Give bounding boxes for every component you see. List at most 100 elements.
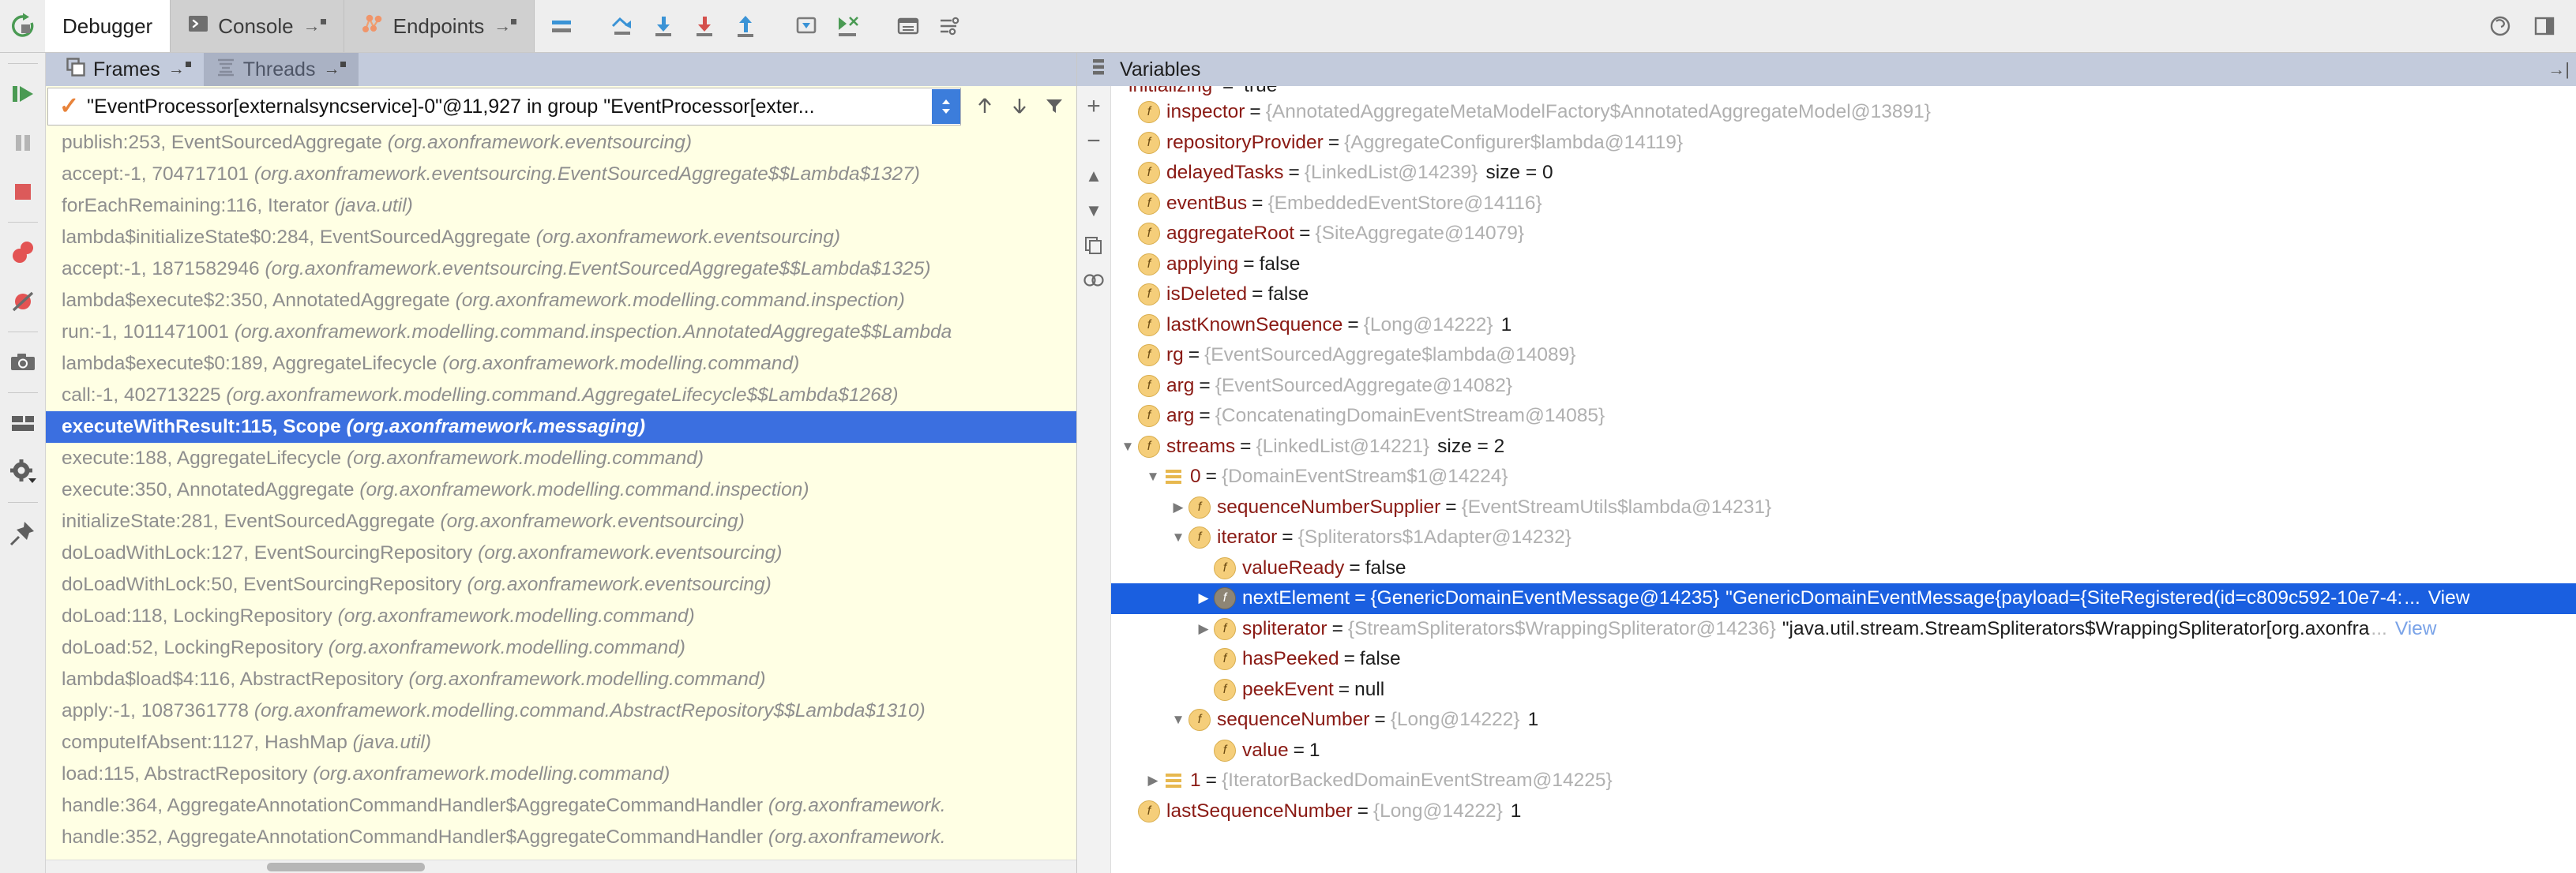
tab-console[interactable]: Console → <box>171 0 344 52</box>
tab-threads[interactable]: Threads → <box>203 53 359 86</box>
chevron-right-icon[interactable]: ▶ <box>1168 493 1188 523</box>
variable-row[interactable]: ▶frepositoryProvider={AggregateConfigure… <box>1111 128 2576 159</box>
frame-row[interactable]: forEachRemaining:116, Iterator (java.uti… <box>46 190 1076 222</box>
chevron-down-icon[interactable]: ▼ <box>1143 462 1163 493</box>
copy-button[interactable] <box>1079 230 1109 261</box>
force-step-into-button[interactable] <box>685 7 723 45</box>
tab-frames[interactable]: Frames → <box>54 53 204 86</box>
frame-row[interactable]: call:-1, 402713225 (org.axonframework.mo… <box>46 380 1076 411</box>
move-down-button[interactable]: ▼ <box>1079 195 1109 227</box>
expand-panel-icon[interactable]: →| <box>2548 59 2570 80</box>
variable-row[interactable]: ▶farg={ConcatenatingDomainEventStream@14… <box>1111 401 2576 432</box>
variable-row[interactable]: ▶ 1 = {IteratorBackedDomainEventStream@1422… <box>1111 766 2576 796</box>
frame-down-button[interactable] <box>1002 88 1037 123</box>
stop-button[interactable] <box>2 171 43 212</box>
settings-layout-button[interactable] <box>930 7 968 45</box>
frame-row[interactable]: computeIfAbsent:1127, HashMap (java.util… <box>46 727 1076 759</box>
chevron-right-icon[interactable]: ▶ <box>1193 583 1214 614</box>
tab-threads-pin-icon[interactable]: → <box>323 60 347 79</box>
variable-row[interactable]: ▶finspector={AnnotatedAggregateMetaModel… <box>1111 97 2576 128</box>
scrollbar-thumb[interactable] <box>267 863 425 871</box>
variable-row[interactable]: ▶frg={EventSourcedAggregate$lambda@14089… <box>1111 340 2576 371</box>
chevron-down-icon[interactable]: ▼ <box>1168 705 1188 736</box>
show-execution-point-button[interactable] <box>543 7 580 45</box>
variable-row[interactable]: ▶fisDeleted=false <box>1111 279 2576 310</box>
variable-row[interactable]: ▼ f streams = {LinkedList@14221} size = 2 <box>1111 432 2576 463</box>
tab-debugger[interactable]: Debugger <box>45 0 171 52</box>
restore-layout-button[interactable] <box>2 403 43 444</box>
frames-list[interactable]: publish:253, EventSourcedAggregate (org.… <box>46 126 1076 860</box>
frame-row-selected[interactable]: executeWithResult:115, Scope (org.axonfr… <box>46 411 1076 443</box>
variable-row[interactable]: ▶fpeekEvent=null <box>1111 675 2576 706</box>
step-into-button[interactable] <box>644 7 682 45</box>
tab-endpoints[interactable]: Endpoints → <box>344 0 535 52</box>
tab-console-pin-icon[interactable]: → <box>303 17 326 35</box>
frame-row[interactable]: lambda$initializeState$0:284, EventSourc… <box>46 222 1076 253</box>
variable-row[interactable]: ▶feventBus={EmbeddedEventStore@14116} <box>1111 189 2576 219</box>
frame-row[interactable]: accept:-1, 1871582946 (org.axonframework… <box>46 253 1076 285</box>
frame-filter-button[interactable] <box>1037 88 1072 123</box>
frame-row[interactable]: run:-1, 1011471001 (org.axonframework.mo… <box>46 317 1076 348</box>
chevron-updown-icon[interactable] <box>932 89 960 124</box>
variable-row[interactable]: ▶ f sequenceNumberSupplier = {EventStreamUti… <box>1111 493 2576 523</box>
variable-row[interactable]: ▶farg={EventSourcedAggregate@14082} <box>1111 371 2576 402</box>
frame-row[interactable]: publish:253, EventSourcedAggregate (org.… <box>46 127 1076 159</box>
camera-button[interactable] <box>2 342 43 383</box>
layout-button[interactable] <box>2525 7 2563 45</box>
tab-frames-pin-icon[interactable]: → <box>168 60 191 79</box>
remove-watch-button[interactable]: − <box>1079 126 1109 157</box>
frame-row[interactable]: doLoadWithLock:127, EventSourcingReposit… <box>46 538 1076 569</box>
pause-program-button[interactable] <box>2 122 43 163</box>
view-link[interactable]: View <box>2420 583 2470 614</box>
frame-row[interactable]: execute:188, AggregateLifecycle (org.axo… <box>46 443 1076 474</box>
drop-frame-button[interactable] <box>787 7 825 45</box>
frame-row[interactable]: lambda$execute$0:189, AggregateLifecycle… <box>46 348 1076 380</box>
chevron-right-icon[interactable]: ▶ <box>1193 614 1214 645</box>
inspect-button[interactable] <box>1079 264 1109 296</box>
view-breakpoints-button[interactable] <box>2 232 43 273</box>
frame-row[interactable]: doLoad:52, LockingRepository (org.axonfr… <box>46 632 1076 664</box>
evaluate-expression-button[interactable] <box>889 7 927 45</box>
pin-button[interactable] <box>2 512 43 553</box>
run-to-cursor-button[interactable] <box>828 7 866 45</box>
frames-horizontal-scrollbar[interactable] <box>46 860 1076 873</box>
variable-row[interactable]: ▼ f iterator = {Spliterators$1Adapter@14232} <box>1111 523 2576 553</box>
variable-row[interactable]: ▶fvalueReady=false <box>1111 553 2576 584</box>
mute-breakpoints-button[interactable] <box>2 281 43 322</box>
variable-row[interactable]: ▶fdelayedTasks={LinkedList@14239}size = … <box>1111 158 2576 189</box>
help-button[interactable] <box>2481 7 2519 45</box>
rerun-button[interactable] <box>0 0 45 52</box>
frame-row[interactable]: lambda$load$4:116, AbstractRepository (o… <box>46 664 1076 695</box>
variable-row[interactable]: ▶faggregateRoot={SiteAggregate@14079} <box>1111 219 2576 249</box>
frame-row[interactable]: accept:-1, 704717101 (org.axonframework.… <box>46 159 1076 190</box>
frame-up-button[interactable] <box>967 88 1002 123</box>
frame-row[interactable]: doLoad:118, LockingRepository (org.axonf… <box>46 601 1076 632</box>
tab-endpoints-pin-icon[interactable]: → <box>494 17 517 35</box>
step-over-button[interactable] <box>603 7 641 45</box>
frame-row[interactable]: execute:350, AnnotatedAggregate (org.axo… <box>46 474 1076 506</box>
chevron-down-icon[interactable]: ▼ <box>1168 523 1188 553</box>
variable-row[interactable]: ▶fvalue=1 <box>1111 736 2576 766</box>
variable-row[interactable]: ▶flastSequenceNumber={Long@14222}1 <box>1111 796 2576 827</box>
chevron-right-icon[interactable]: ▶ <box>1143 766 1163 796</box>
view-link[interactable]: View <box>2387 614 2437 645</box>
variable-row[interactable]: ▶fhasPeeked=false <box>1111 644 2576 675</box>
frame-row[interactable]: apply:-1, 1087361778 (org.axonframework.… <box>46 695 1076 727</box>
frame-row[interactable]: doLoadWithLock:50, EventSourcingReposito… <box>46 569 1076 601</box>
variables-tree[interactable]: initializing = true ▶finspector={Annotat… <box>1111 86 2576 873</box>
frame-row[interactable]: load:115, AbstractRepository (org.axonfr… <box>46 759 1076 790</box>
chevron-down-icon[interactable]: ▼ <box>1117 432 1138 463</box>
resume-program-button[interactable] <box>2 73 43 114</box>
frame-row[interactable]: lambda$execute$2:350, AnnotatedAggregate… <box>46 285 1076 317</box>
variable-row[interactable]: ▶fapplying=false <box>1111 249 2576 280</box>
variable-row[interactable]: ▼ 0 = {DomainEventStream$1@14224} <box>1111 462 2576 493</box>
variable-row[interactable]: ▶flastKnownSequence={Long@14222}1 <box>1111 310 2576 341</box>
frame-row[interactable]: handle:364, AggregateAnnotationCommandHa… <box>46 790 1076 822</box>
variable-row[interactable]: ▶ f spliterator = {StreamSpliterators$Wrappi… <box>1111 614 2576 645</box>
step-out-button[interactable] <box>727 7 764 45</box>
frame-row[interactable]: handle:352, AggregateAnnotationCommandHa… <box>46 822 1076 853</box>
variable-row-selected[interactable]: ▶ f nextElement = {GenericDomainEventMessage… <box>1111 583 2576 614</box>
variable-row[interactable]: ▼ f sequenceNumber = {Long@14222} 1 <box>1111 705 2576 736</box>
add-watch-button[interactable]: + <box>1079 91 1109 122</box>
thread-selector[interactable]: ✓ "EventProcessor[externalsyncservice]-0… <box>47 88 961 126</box>
